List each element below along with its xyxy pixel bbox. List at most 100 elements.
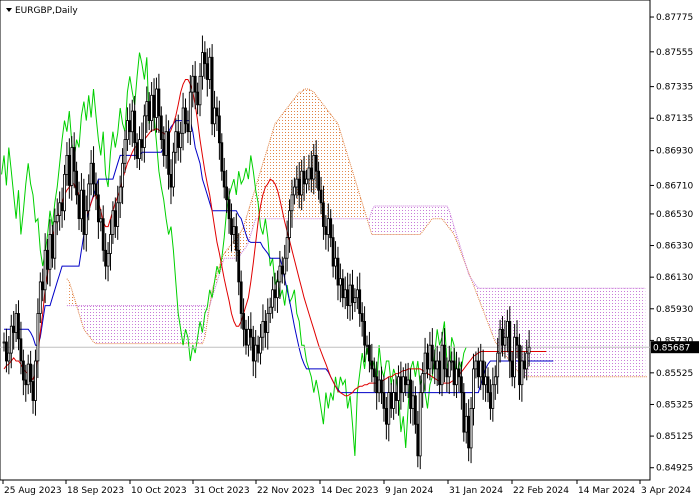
cloud-segment [400, 206, 404, 235]
cloud-segment [405, 206, 409, 235]
cloud-segment [613, 288, 617, 377]
price-tick-label: 0.86930 [656, 147, 693, 157]
cloud-segment [330, 114, 334, 219]
cloud-segment [616, 288, 619, 377]
cloud-segment [91, 305, 94, 342]
time-tick-label: 22 Nov 2023 [257, 486, 315, 496]
candle[interactable] [210, 44, 214, 136]
chart-window[interactable]: 0.87775 0.87555 0.87335 0.87135 0.86930 0.867… [0, 0, 700, 500]
price-tick-label: 0.85930 [656, 305, 693, 315]
cloud-segment [434, 206, 438, 219]
price-tick-label: 0.87135 [656, 114, 693, 124]
cloud-segment [599, 288, 602, 377]
time-tick-label: 31 Oct 2023 [194, 486, 250, 496]
cloud-segment [628, 288, 631, 377]
cloud-segment [570, 288, 573, 377]
cloud-segment [592, 288, 595, 377]
time-tick-label: 14 Mar 2024 [578, 486, 635, 496]
cloud-segment [158, 305, 162, 344]
time-tick-label: 10 Oct 2023 [131, 486, 187, 496]
time-tick-label: 25 Aug 2023 [4, 486, 62, 496]
cloud-segment [437, 206, 440, 219]
price-tick-label: 0.87335 [656, 83, 693, 93]
cloud-segment [117, 305, 121, 344]
cloud-segment [345, 147, 348, 219]
cloud-segment [340, 131, 343, 219]
chart-title: EURGBP,Daily [15, 6, 78, 16]
price-chart[interactable]: 0.87775 0.87555 0.87335 0.87135 0.86930 0.867… [0, 0, 700, 500]
cloud-segment [190, 305, 193, 344]
cloud-segment [408, 206, 411, 235]
symbol-header: EURGBP,Daily [6, 6, 78, 16]
cloud-segment [572, 288, 576, 377]
cloud-segment [335, 120, 338, 219]
cloud-segment [151, 305, 155, 344]
cloud-segment [630, 288, 634, 377]
cloud-segment [170, 305, 174, 344]
cloud-segment [596, 288, 600, 377]
cloud-segment [633, 288, 636, 377]
cloud-segment [134, 305, 138, 344]
price-axis[interactable]: 0.87775 0.87555 0.87335 0.87135 0.86930 0.867… [650, 13, 693, 474]
time-tick-label: 14 Dec 2023 [321, 486, 379, 496]
time-tick-label: 22 Feb 2024 [513, 486, 569, 496]
cloud-segment [546, 288, 549, 377]
cloud-segment [422, 206, 426, 232]
cloud-segment [328, 111, 331, 219]
cloud-segment [141, 305, 145, 344]
cloud-segment [350, 163, 353, 219]
cloud-segment [125, 305, 128, 344]
cloud-segment [105, 305, 109, 344]
cloud-segment [110, 305, 113, 344]
cloud-segment [396, 206, 399, 235]
cloud-segment [306, 88, 309, 219]
time-tick-label: 18 Sep 2023 [67, 486, 124, 496]
cloud-segment [490, 288, 493, 336]
cloud-segment [93, 305, 96, 344]
price-tick-label: 0.85125 [656, 432, 693, 442]
cloud-segment [577, 288, 580, 377]
cloud-segment [115, 305, 118, 344]
cloud-segment [427, 206, 430, 225]
price-tick-label: 0.87555 [656, 48, 693, 58]
cloud-segment [492, 288, 496, 342]
cloud-segment [95, 305, 99, 344]
cloud-segment [558, 288, 561, 377]
price-tick-label: 0.86130 [656, 273, 693, 283]
cloud-segment [420, 206, 423, 235]
cloud-segment [284, 107, 288, 219]
cloud-segment [495, 288, 498, 346]
cloud-segment [168, 305, 171, 344]
cloud-segment [601, 288, 605, 377]
cloud-segment [120, 305, 123, 344]
cloud-segment [398, 206, 401, 235]
cloud-segment [403, 206, 406, 235]
cloud-segment [618, 288, 622, 377]
cloud-segment [417, 206, 421, 235]
cloud-segment [333, 117, 336, 219]
cloud-segment [575, 288, 578, 377]
cloud-segment [156, 305, 159, 344]
cloud-segment [543, 288, 547, 377]
cloud-segment [410, 206, 413, 235]
cloud-segment [412, 206, 416, 235]
cloud-segment [112, 305, 116, 344]
cloud-segment [621, 288, 624, 377]
cloud-segment [531, 288, 534, 377]
cloud-segment [83, 305, 87, 333]
cloud-segment [635, 288, 639, 377]
cloud-segment [66, 278, 70, 306]
cloud-segment [146, 305, 150, 344]
cloud-segment [270, 131, 273, 219]
price-tick-label: 0.85525 [656, 369, 693, 379]
cloud-segment [623, 288, 626, 377]
cloud-segment [325, 107, 329, 219]
price-tick-label: 0.87775 [656, 13, 693, 23]
cloud-segment [638, 288, 641, 377]
cloud-segment [584, 288, 588, 377]
cloud-segment [129, 305, 133, 344]
cloud-segment [425, 206, 428, 229]
cloud-segment [386, 206, 389, 235]
cloud-segment [265, 147, 268, 219]
cloud-segment [609, 288, 612, 377]
